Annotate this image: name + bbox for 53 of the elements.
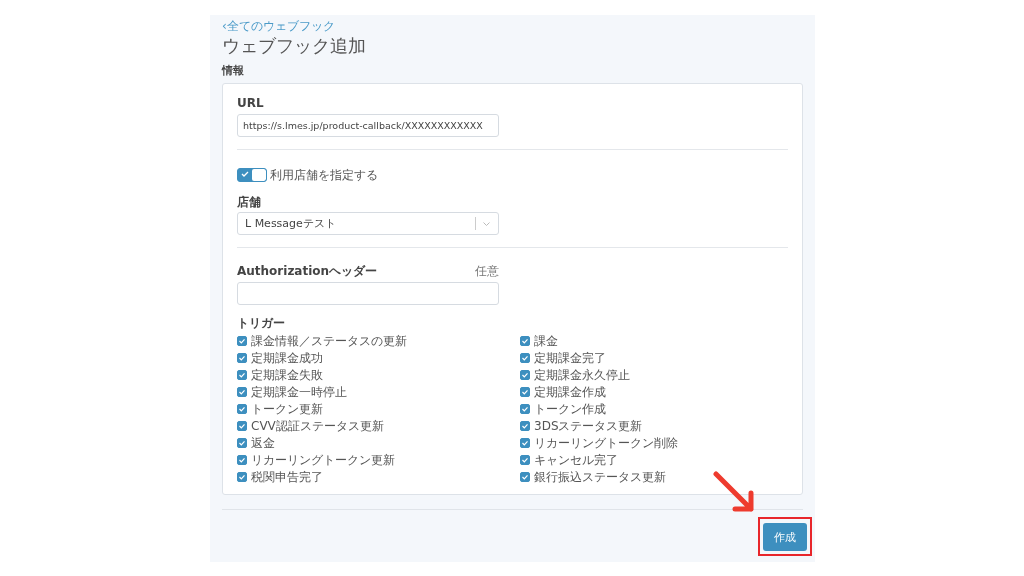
checkbox-label: 銀行振込ステータス更新 — [534, 469, 666, 484]
checkbox[interactable] — [237, 471, 247, 482]
checkbox[interactable] — [237, 403, 247, 414]
checkbox-label: CVV認証ステータス更新 — [251, 418, 384, 433]
checkbox[interactable] — [520, 386, 530, 397]
checkbox-label: キャンセル完了 — [534, 452, 618, 467]
checkbox-label: リカーリングトークン削除 — [534, 435, 678, 450]
checkbox-label: 3DSステータス更新 — [534, 418, 643, 433]
checkbox-label: リカーリングトークン更新 — [251, 452, 395, 467]
field-label: 店舗 — [237, 195, 261, 209]
checkbox[interactable] — [237, 420, 247, 431]
field-label: トリガー — [237, 316, 285, 330]
checkbox-label: 定期課金成功 — [251, 350, 323, 365]
checkbox[interactable] — [237, 369, 247, 380]
checkbox-label: トークン作成 — [534, 401, 606, 416]
checkbox[interactable] — [520, 454, 530, 465]
highlight-frame — [758, 517, 812, 556]
chevron-down-icon — [483, 221, 490, 226]
create-button[interactable]: 作成 — [763, 523, 807, 551]
checkbox[interactable] — [520, 369, 530, 380]
checkbox[interactable] — [520, 352, 530, 363]
checkbox-label: 税関申告完了 — [251, 469, 323, 484]
checkbox[interactable] — [520, 420, 530, 431]
annotation-arrow-icon — [713, 471, 755, 513]
checkbox[interactable] — [237, 437, 247, 448]
store-select[interactable]: L Messageテスト — [237, 212, 499, 235]
checkbox-label: 定期課金作成 — [534, 384, 606, 399]
url-field[interactable]: https://s.lmes.jp/product-callback/XXXXXXXXXXXX — [237, 114, 499, 137]
page-title: ウェブフック追加 — [222, 35, 366, 57]
field-label: Authorizationヘッダー — [237, 264, 378, 278]
checkbox-label: 定期課金一時停止 — [251, 384, 347, 399]
field-label: URL — [237, 96, 264, 110]
checkbox-label: 課金 — [534, 333, 558, 348]
checkbox[interactable] — [237, 454, 247, 465]
checkbox[interactable] — [520, 335, 530, 346]
authorization-field[interactable] — [237, 282, 499, 305]
checkbox-label: 定期課金失敗 — [251, 367, 323, 382]
checkbox-label: 課金情報／ステータスの更新 — [251, 333, 407, 348]
checkbox-label: 定期課金完了 — [534, 350, 606, 365]
checkbox[interactable] — [237, 386, 247, 397]
check-icon — [241, 171, 249, 177]
checkbox[interactable] — [520, 437, 530, 448]
checkbox[interactable] — [237, 352, 247, 363]
optional-note: 任意 — [475, 264, 499, 278]
checkbox[interactable] — [520, 403, 530, 414]
checkbox-label: トークン更新 — [251, 401, 323, 416]
checkbox-label: 定期課金永久停止 — [534, 367, 630, 382]
checkbox[interactable] — [237, 335, 247, 346]
checkbox[interactable] — [520, 471, 530, 482]
toggle-switch[interactable] — [237, 168, 267, 182]
checkbox-label: 返金 — [251, 435, 275, 450]
section-heading: 情報 — [222, 65, 244, 77]
toggle-label: 利用店舗を指定する — [270, 168, 378, 182]
